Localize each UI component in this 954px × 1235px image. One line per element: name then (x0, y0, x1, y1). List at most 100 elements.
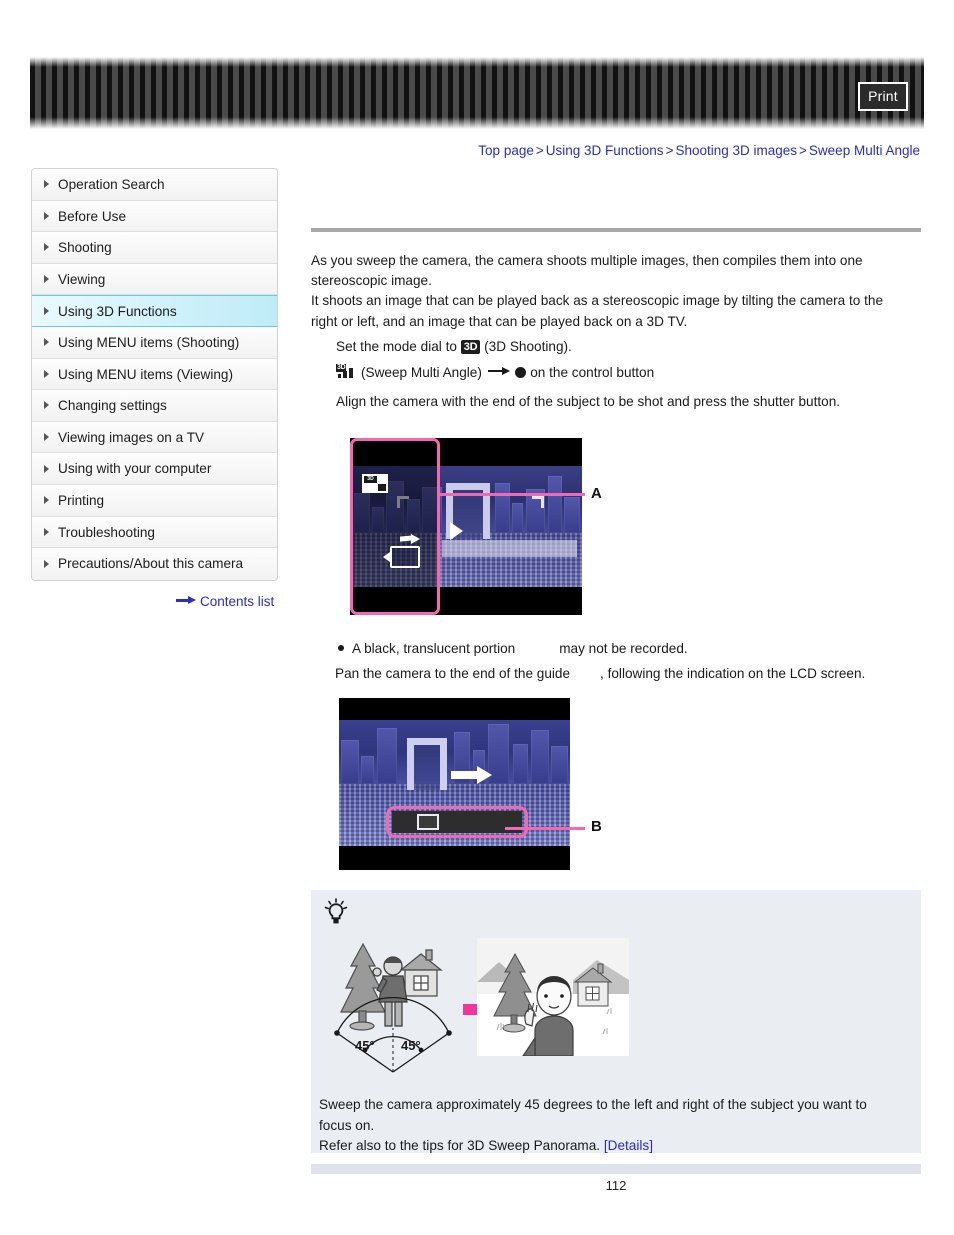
control-button-center-icon (515, 367, 527, 378)
note-bullet-text-b: may not be recorded. (559, 641, 688, 656)
breadcrumb-separator: > (665, 143, 674, 158)
figure-lcd-screen-a: 3D (350, 438, 582, 615)
highlight-frame-b (386, 806, 528, 838)
step-2-text-after: on the control button (530, 365, 655, 380)
sidebar-item-label: Viewing images on a TV (58, 429, 205, 445)
building (564, 497, 580, 533)
highlight-frame-a (350, 438, 440, 615)
sidebar-item-label: Printing (58, 492, 105, 508)
arrow-right-icon (176, 596, 196, 604)
chevron-right-icon (44, 527, 49, 536)
pan-direction-arrow-icon (400, 534, 422, 544)
sidebar-item-label: Changing settings (58, 398, 167, 414)
footer-divider (311, 1164, 921, 1174)
tip-box: 45° 45° Sweep the camera approximately 4… (311, 890, 921, 1153)
contents-list-link[interactable]: Contents list (176, 594, 274, 609)
building (361, 756, 374, 784)
note-bullet-text-a: A black, translucent portion (352, 641, 516, 656)
chevron-right-icon (44, 433, 49, 442)
angle-label-right: 45° (401, 1038, 421, 1053)
sidebar-item-precautions-about-this-camera[interactable]: Precautions/About this camera (32, 548, 277, 580)
sweep-multi-angle-icon: 3D (336, 364, 361, 380)
breadcrumb: Top page > Using 3D Functions > Shooting 3D … (478, 143, 920, 158)
note2-text-b: , following the indication on the LCD sc… (600, 666, 866, 681)
sidebar-item-label: Using with your computer (58, 461, 212, 477)
tip-line-2: focus on. (319, 1117, 375, 1133)
sidebar-item-using-menu-items-viewing[interactable]: Using MENU items (Viewing) (32, 358, 277, 391)
sidebar-item-label: Operation Search (58, 177, 165, 192)
af-frame-corner-icon (532, 496, 544, 508)
breadcrumb-item-top-page[interactable]: Top page (478, 143, 534, 158)
bullet-icon (338, 645, 344, 651)
step-2-label: (Sweep Multi Angle) (361, 365, 482, 380)
note-pan-camera: Pan the camera to the end of the guide , … (335, 664, 865, 684)
result-photo-illustration (477, 938, 629, 1056)
chevron-right-icon (44, 275, 49, 284)
chevron-right-icon (44, 338, 49, 347)
breadcrumb-item-sweep-multi-angle[interactable]: Sweep Multi Angle (809, 143, 920, 158)
sidebar-item-label: Viewing (58, 271, 106, 287)
chevron-right-icon (44, 496, 49, 505)
lightbulb-icon (324, 898, 348, 924)
guide-strip (442, 540, 577, 557)
sidebar-item-label: Using MENU items (Shooting) (58, 334, 240, 350)
sidebar-item-label: Shooting (58, 240, 112, 256)
mode-dial-3d-icon: 3D (460, 340, 481, 354)
sidebar-nav: Operation Search Before Use Shooting Vie… (31, 168, 278, 581)
chevron-right-icon (44, 464, 49, 473)
sidebar-item-label: Before Use (58, 208, 127, 224)
sidebar-item-label: Precautions/About this camera (58, 556, 244, 572)
details-link[interactable]: [Details] (604, 1138, 653, 1153)
header-banner (30, 57, 924, 129)
tip-text: Sweep the camera approximately 45 degree… (319, 1095, 914, 1157)
note2-text-a: Pan the camera to the end of the guide (335, 666, 571, 681)
callout-line-a (440, 493, 585, 496)
breadcrumb-separator: > (799, 143, 807, 158)
intro-paragraph: As you sweep the camera, the camera shoo… (311, 251, 923, 332)
chevron-right-icon (44, 211, 49, 220)
intro-line-1: As you sweep the camera, the camera shoo… (311, 253, 863, 268)
chevron-right-icon (44, 369, 49, 378)
sidebar-item-using-3d-functions[interactable]: Using 3D Functions (32, 295, 277, 327)
chevron-right-icon (44, 243, 49, 252)
landmark-tower (407, 738, 447, 790)
print-button[interactable]: Print (858, 82, 908, 111)
callout-line-b (505, 827, 585, 830)
contents-list-label: Contents list (200, 594, 275, 609)
sidebar-item-changing-settings[interactable]: Changing settings (32, 390, 277, 422)
building (531, 730, 549, 784)
step-1-text-after: (3D Shooting). (484, 339, 572, 354)
pan-direction-arrow-icon (451, 766, 493, 784)
sidebar-item-before-use[interactable]: Before Use (32, 200, 277, 233)
chevron-right-icon (44, 307, 49, 316)
building (551, 746, 568, 784)
building (513, 744, 528, 784)
step-3: Align the camera with the end of the sub… (336, 394, 841, 409)
sidebar-item-label: Troubleshooting (58, 524, 155, 540)
sidebar-item-shooting[interactable]: Shooting (32, 232, 277, 264)
callout-label-a: A (591, 485, 602, 502)
step-2: 3D (Sweep Multi Angle) on the control bu… (336, 363, 926, 383)
sidebar-item-using-with-your-computer[interactable]: Using with your computer (32, 453, 277, 485)
sidebar-item-operation-search[interactable]: Operation Search (32, 169, 277, 201)
intro-line-3: It shoots an image that can be played ba… (311, 293, 884, 309)
breadcrumb-item-shooting-3d-images[interactable]: Shooting 3D images (675, 143, 797, 158)
angle-label-left: 45° (355, 1038, 375, 1053)
direction-indicator-icon (450, 522, 463, 540)
sidebar-item-printing[interactable]: Printing (32, 484, 277, 517)
3d-mode-icon: 3D (362, 474, 388, 493)
note-bullet-translucent: A black, translucent portion may not be r… (338, 639, 688, 659)
intro-line-2: stereoscopic image. (311, 273, 432, 289)
breadcrumb-item-using-3d-functions[interactable]: Using 3D Functions (546, 143, 664, 158)
intro-line-4: right or left, and an image that can be … (311, 313, 688, 329)
step-1-text-before: Set the mode dial to (336, 339, 457, 354)
tip-line-1: Sweep the camera approximately 45 degree… (319, 1097, 867, 1112)
sidebar-item-troubleshooting[interactable]: Troubleshooting (32, 516, 277, 549)
page-number: 112 (605, 1178, 627, 1193)
sidebar-item-viewing[interactable]: Viewing (32, 263, 277, 296)
sidebar-item-viewing-images-on-a-tv[interactable]: Viewing images on a TV (32, 421, 277, 454)
sidebar-item-label: Using 3D Functions (58, 304, 177, 320)
building (512, 503, 523, 533)
sidebar-item-using-menu-items-shooting[interactable]: Using MENU items (Shooting) (32, 326, 277, 359)
arrow-right-icon (486, 366, 512, 376)
